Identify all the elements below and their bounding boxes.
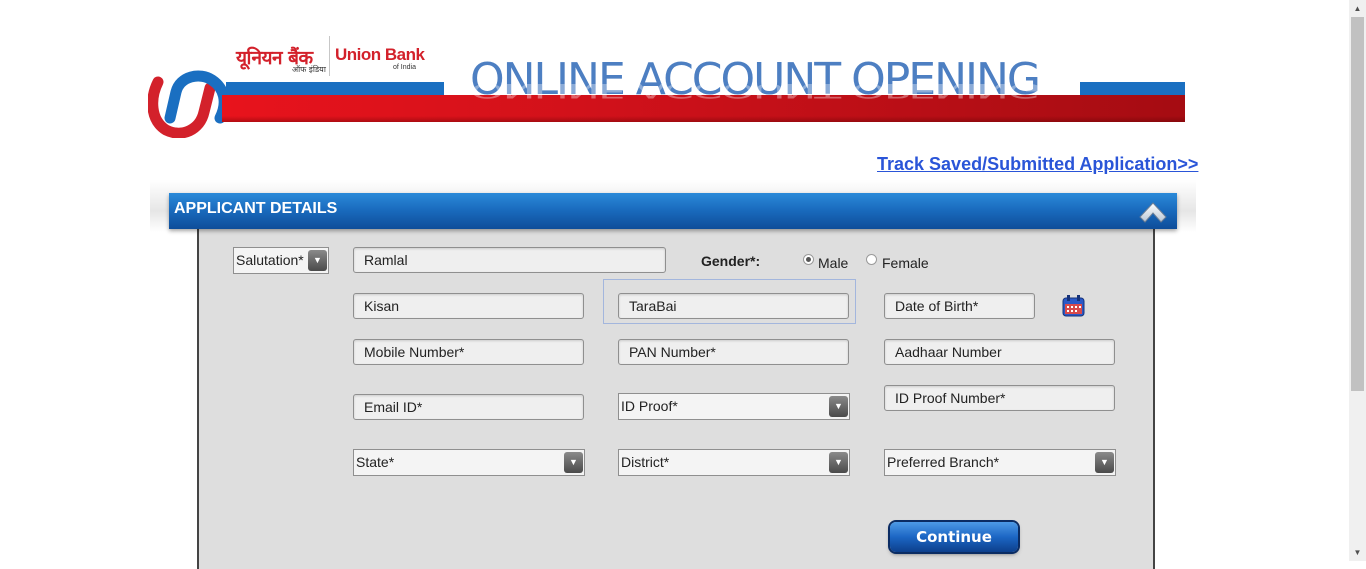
date-of-birth-input[interactable]: Date of Birth* — [884, 293, 1035, 319]
salutation-select[interactable]: Salutation* ▼ — [233, 247, 329, 274]
gender-label: Gender*: — [701, 253, 761, 269]
salutation-value: Salutation* — [236, 252, 304, 268]
triangle-down-icon: ▼ — [564, 452, 583, 473]
state-select[interactable]: State* ▼ — [353, 449, 585, 476]
continue-button[interactable]: Continue — [890, 522, 1018, 552]
brand-name-english: Union Bank — [335, 45, 425, 64]
id-proof-number-input[interactable]: ID Proof Number* — [884, 385, 1115, 411]
aadhaar-number-input[interactable]: Aadhaar Number — [884, 339, 1115, 365]
gender-female-radio[interactable] — [866, 254, 877, 265]
id-proof-value: ID Proof* — [621, 398, 678, 414]
state-value: State* — [356, 454, 395, 470]
father-name-input[interactable]: Kisan — [353, 293, 584, 319]
union-bank-logo-icon — [148, 70, 230, 138]
brand-tagline-hindi: ऑफ इंडिया — [292, 65, 326, 74]
brand-tagline-english: of India — [393, 64, 416, 71]
triangle-down-icon: ▼ — [308, 250, 327, 271]
panel-title: APPLICANT DETAILS — [174, 200, 338, 217]
gender-female-label: Female — [882, 255, 929, 271]
preferred-branch-value: Preferred Branch* — [887, 454, 1000, 470]
banner-title-reflection: ONLINE ACCOUNT OPENING — [470, 78, 1039, 102]
pan-number-input[interactable]: PAN Number* — [618, 339, 849, 365]
preferred-branch-select[interactable]: Preferred Branch* ▼ — [884, 449, 1116, 476]
scroll-up-icon[interactable]: ▲ — [1349, 0, 1366, 17]
id-proof-select[interactable]: ID Proof* ▼ — [618, 393, 850, 420]
district-select[interactable]: District* ▼ — [618, 449, 850, 476]
scroll-down-icon[interactable]: ▼ — [1349, 544, 1366, 561]
applicant-details-header[interactable]: APPLICANT DETAILS — [169, 193, 1177, 229]
mobile-number-input[interactable]: Mobile Number* — [353, 339, 584, 365]
logo-divider — [329, 36, 330, 76]
scrollbar-thumb[interactable] — [1351, 17, 1364, 391]
chevron-up-icon[interactable] — [1137, 195, 1169, 227]
mother-name-input[interactable]: TaraBai — [618, 293, 849, 319]
page-scrollbar[interactable]: ▲ ▼ — [1349, 0, 1366, 561]
banner-stripe-blue-right — [1080, 82, 1185, 95]
first-name-input[interactable]: Ramlal — [353, 247, 666, 273]
calendar-icon[interactable] — [1061, 294, 1086, 318]
email-input[interactable]: Email ID* — [353, 394, 584, 420]
triangle-down-icon: ▼ — [829, 396, 848, 417]
gender-male-label: Male — [818, 255, 849, 271]
gender-male-radio[interactable] — [803, 254, 814, 265]
triangle-down-icon: ▼ — [829, 452, 848, 473]
banner-stripe-blue-left — [226, 82, 444, 95]
triangle-down-icon: ▼ — [1095, 452, 1114, 473]
track-application-link[interactable]: Track Saved/Submitted Application>> — [877, 154, 1198, 175]
district-value: District* — [621, 454, 670, 470]
